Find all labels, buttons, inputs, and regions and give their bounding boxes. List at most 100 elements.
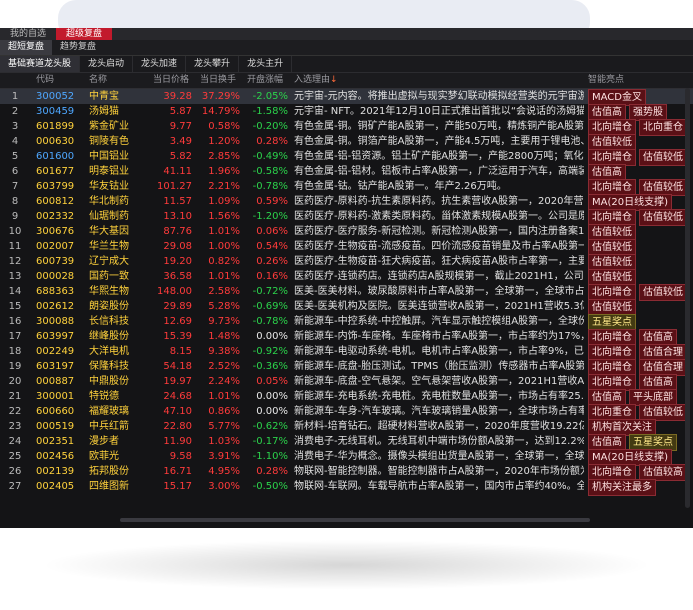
vertical-scrollbar[interactable] — [685, 88, 690, 508]
row-index: 9 — [11, 211, 19, 222]
stock-reason: 新能源车-充电系统-充电桩。充电桩数量A股第一，市场占有率25.7%， — [294, 391, 584, 402]
stock-turnover: 2.58% — [208, 286, 240, 297]
stock-open-change: -0.78% — [252, 181, 288, 192]
table-row[interactable]: 24 002351 漫步者 11.90 1.03% -0.17% 消费电子-无线耳机。无线耳… — [0, 434, 693, 451]
header-price[interactable]: 当日价格 — [150, 73, 192, 88]
stock-price: 12.69 — [163, 316, 192, 327]
table-row[interactable]: 19 603197 保隆科技 54.18 2.52% -0.36% 新能源车-底盘-胎压测试… — [0, 359, 693, 376]
row-index: 5 — [11, 151, 19, 162]
table-row[interactable]: 25 002456 欧菲光 9.58 3.91% -1.10% 消费电子-华为概念。摄像头模… — [0, 449, 693, 466]
stock-open-change: -1.10% — [252, 451, 288, 462]
table-row[interactable]: 5 601600 中国铝业 5.82 2.85% -0.49% 有色金属-铝-铝资源。铝土矿… — [0, 149, 693, 166]
stock-price: 3.49 — [169, 136, 192, 147]
horizontal-scrollbar[interactable] — [120, 518, 590, 522]
stock-name: 国药一致 — [89, 271, 129, 282]
stock-price: 11.57 — [163, 196, 192, 207]
stock-turnover: 1.03% — [208, 436, 240, 447]
row-index: 1 — [11, 91, 19, 102]
table-row[interactable]: 15 002612 朗姿股份 29.89 5.28% -0.69% 医美-医美机构及医院。医… — [0, 299, 693, 316]
header-turnover[interactable]: 当日换手 — [196, 73, 240, 88]
table-row[interactable]: 2 300459 汤姆猫 5.87 14.79% -1.58% 元宇宙- NFT。2021年… — [0, 104, 693, 121]
stock-open-change: 0.26% — [256, 256, 288, 267]
stock-name: 汤姆猫 — [89, 106, 119, 117]
table-row[interactable]: 27 002405 四维图新 15.17 3.00% -0.50% 物联网-车联网。车载导航… — [0, 479, 693, 496]
table-row[interactable]: 17 603997 继峰股份 15.39 1.48% 0.00% 新能源车-内饰-车座椅。车… — [0, 329, 693, 346]
row-index: 19 — [8, 361, 22, 372]
header-reason-label: 入选理由 — [294, 75, 331, 85]
sort-desc-icon[interactable]: ↓ — [330, 75, 338, 85]
stock-price: 5.82 — [169, 151, 192, 162]
stock-code: 300676 — [36, 226, 75, 237]
table-row[interactable]: 22 600660 福耀玻璃 47.10 0.86% 0.00% 新能源车-车身-汽车玻璃。… — [0, 404, 693, 421]
stock-price: 24.68 — [163, 391, 192, 402]
highlight-tag[interactable]: 机构关注最多 — [588, 479, 656, 496]
stock-price: 47.10 — [163, 406, 192, 417]
table-row[interactable]: 7 603799 华友钴业 101.27 2.21% -0.78% 有色金属-钴。钴产能A股… — [0, 179, 693, 196]
stock-code: 002456 — [36, 451, 75, 462]
app-window: 我的自选 超级复盘 超短复盘 趋势复盘 基础赛道龙头股 龙头启动 龙头加速 龙头… — [0, 28, 693, 528]
stock-name: 中国铝业 — [89, 151, 129, 162]
table-row[interactable]: 11 002007 华兰生物 29.08 1.00% 0.54% 医药医疗-生物疫苗-流感疫… — [0, 239, 693, 256]
stock-table: 代码 名称 当日价格 当日换手 开盘涨幅 入选理由↓ 智能亮点 1 300052 中… — [0, 73, 693, 496]
stock-name: 继峰股份 — [89, 331, 129, 342]
sub-tab-bar: 超短复盘 趋势复盘 — [0, 40, 693, 56]
stock-open-change: -0.17% — [252, 436, 288, 447]
stock-turnover: 2.24% — [208, 376, 240, 387]
stock-open-change: 0.16% — [256, 271, 288, 282]
table-row[interactable]: 9 002332 仙琚制药 13.10 1.56% -1.20% 医药医疗-原料药-激素类原… — [0, 209, 693, 226]
table-row[interactable]: 4 000630 铜陵有色 3.49 1.20% 0.28% 有色金属-铜。铜箔产能A股第一… — [0, 134, 693, 151]
stock-name: 朗姿股份 — [89, 301, 129, 312]
header-change[interactable]: 开盘涨幅 — [242, 73, 288, 88]
tab-trend-review[interactable]: 趋势复盘 — [52, 40, 104, 55]
row-index: 10 — [8, 226, 22, 237]
table-row[interactable]: 1 300052 中青宝 39.28 37.29% -2.05% 元宇宙-元内容。将推出虚拟… — [0, 89, 693, 106]
stock-name: 紫金矿业 — [89, 121, 129, 132]
tab-leader-main-rise[interactable]: 龙头主升 — [239, 56, 293, 72]
header-reason[interactable]: 入选理由↓ — [294, 73, 584, 88]
row-index: 3 — [11, 121, 19, 132]
stock-code: 603997 — [36, 331, 75, 342]
table-row[interactable]: 10 300676 华大基因 87.76 1.01% 0.06% 医药医疗-医疗服务-新冠检… — [0, 224, 693, 241]
tag-list: 机构关注最多 — [588, 479, 693, 496]
stock-code: 300088 — [36, 316, 75, 327]
header-name[interactable]: 名称 — [89, 73, 129, 88]
stock-name: 辽宁成大 — [89, 256, 129, 267]
tab-leader-start[interactable]: 龙头启动 — [80, 56, 134, 72]
tab-super-review[interactable]: 超级复盘 — [56, 28, 113, 40]
stock-reason: 元宇宙-元内容。将推出虚拟与现实梦幻联动模拟经营类的元宇宙游戏《酷 — [294, 91, 584, 102]
table-body: 1 300052 中青宝 39.28 37.29% -2.05% 元宇宙-元内容。将推出虚拟… — [0, 89, 693, 496]
tab-basic-leaders[interactable]: 基础赛道龙头股 — [0, 56, 81, 72]
stock-price: 87.76 — [163, 226, 192, 237]
stock-code: 002139 — [36, 466, 75, 477]
table-row[interactable]: 6 601677 明泰铝业 41.11 1.96% -0.58% 有色金属-铝-铝材。铝板市… — [0, 164, 693, 181]
stock-turnover: 2.21% — [208, 181, 240, 192]
tab-leader-climb[interactable]: 龙头攀升 — [186, 56, 240, 72]
tab-ultra-short-review[interactable]: 超短复盘 — [0, 40, 53, 55]
stock-reason: 有色金属-铝-铝资源。铝土矿产能A股第一，产能2800万吨；氧化铝产能A — [294, 151, 584, 162]
table-row[interactable]: 23 000519 中兵红箭 22.80 5.77% -0.62% 新材料-培育钻石。超硬材… — [0, 419, 693, 436]
table-row[interactable]: 18 002249 大洋电机 8.15 9.38% -0.92% 新能源车-电驱动系统-电机… — [0, 344, 693, 361]
table-row[interactable]: 20 000887 中鼎股份 19.97 2.24% 0.05% 新能源车-底盘-空气悬架。… — [0, 374, 693, 391]
table-row[interactable]: 14 688363 华熙生物 148.00 2.58% -0.72% 医美-医美材料。玻尿酸… — [0, 284, 693, 301]
stock-turnover: 1.00% — [208, 241, 240, 252]
table-row[interactable]: 3 601899 紫金矿业 9.77 0.58% -0.20% 有色金属-铜。铜矿产能A股第… — [0, 119, 693, 136]
table-row[interactable]: 13 000028 国药一致 36.58 1.01% 0.16% 医药医疗-连锁药店。连锁药… — [0, 269, 693, 286]
stock-reason: 有色金属-钴。钴产能A股第一。年产2.26万吨。 — [294, 181, 507, 192]
table-row[interactable]: 8 600812 华北制药 11.57 1.09% 0.59% 医药医疗-原料药-抗生素原料… — [0, 194, 693, 211]
stock-turnover: 9.73% — [208, 316, 240, 327]
stock-turnover: 2.85% — [208, 151, 240, 162]
tab-my-watchlist[interactable]: 我的自选 — [0, 28, 56, 40]
header-code[interactable]: 代码 — [36, 73, 84, 88]
row-index: 27 — [8, 481, 22, 492]
table-row[interactable]: 16 300088 长信科技 12.69 9.73% -0.78% 新能源车-中控系统-中控… — [0, 314, 693, 331]
table-row[interactable]: 26 002139 拓邦股份 16.71 4.95% 0.28% 物联网-智能控制器。智能控… — [0, 464, 693, 481]
table-row[interactable]: 21 300001 特锐德 24.68 1.01% 0.00% 新能源车-充电系统-充电桩。… — [0, 389, 693, 406]
table-row[interactable]: 12 600739 辽宁成大 19.20 0.82% 0.26% 医药医疗-生物疫苗-狂犬病… — [0, 254, 693, 271]
stock-code: 002332 — [36, 211, 75, 222]
row-index: 25 — [8, 451, 22, 462]
tab-leader-accelerate[interactable]: 龙头加速 — [133, 56, 187, 72]
stock-open-change: -0.50% — [252, 481, 288, 492]
header-tags[interactable]: 智能亮点 — [588, 73, 693, 88]
stock-turnover: 1.56% — [208, 211, 240, 222]
stock-open-change: 0.00% — [256, 391, 288, 402]
